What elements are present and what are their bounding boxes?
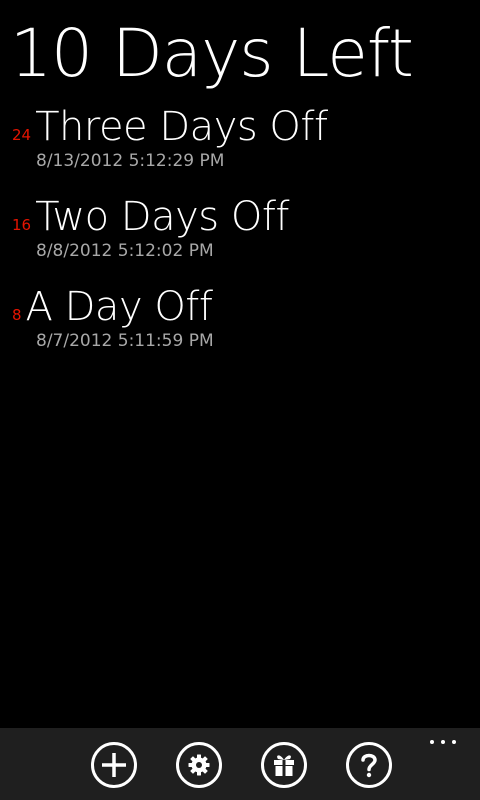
gift-icon: [261, 742, 307, 788]
list-item-header: 24 Three Days Off: [12, 103, 328, 151]
entry-list: 24 Three Days Off 8/13/2012 5:12:29 PM 1…: [0, 103, 480, 373]
gift-button[interactable]: [260, 741, 308, 789]
entry-date: 8/7/2012 5:11:59 PM: [36, 331, 214, 351]
list-item-header: 8 A Day Off: [12, 283, 213, 331]
help-icon: [346, 742, 392, 788]
page-title: 10 Days Left: [10, 15, 414, 92]
count-badge: 8: [12, 306, 22, 324]
add-button[interactable]: [90, 741, 138, 789]
entry-name: A Day Off: [25, 284, 213, 330]
entry-date: 8/8/2012 5:12:02 PM: [36, 241, 214, 261]
entry-name: Two Days Off: [35, 194, 289, 240]
add-icon: [91, 742, 137, 788]
list-item-header: 16 Two Days Off: [12, 193, 289, 241]
count-badge: 16: [12, 216, 32, 234]
more-button[interactable]: [428, 732, 458, 752]
settings-icon: [176, 742, 222, 788]
list-item[interactable]: 16 Two Days Off 8/8/2012 5:12:02 PM: [0, 193, 480, 283]
entry-name: Three Days Off: [35, 104, 328, 150]
list-item[interactable]: 8 A Day Off 8/7/2012 5:11:59 PM: [0, 283, 480, 373]
page: 10 Days Left 24 Three Days Off 8/13/2012…: [0, 0, 480, 800]
entry-date: 8/13/2012 5:12:29 PM: [36, 151, 225, 171]
settings-button[interactable]: [175, 741, 223, 789]
ellipsis-icon: [430, 740, 456, 744]
list-item[interactable]: 24 Three Days Off 8/13/2012 5:12:29 PM: [0, 103, 480, 193]
app-bar: [0, 728, 480, 800]
app-bar-buttons: [90, 741, 393, 789]
help-button[interactable]: [345, 741, 393, 789]
count-badge: 24: [12, 126, 32, 144]
